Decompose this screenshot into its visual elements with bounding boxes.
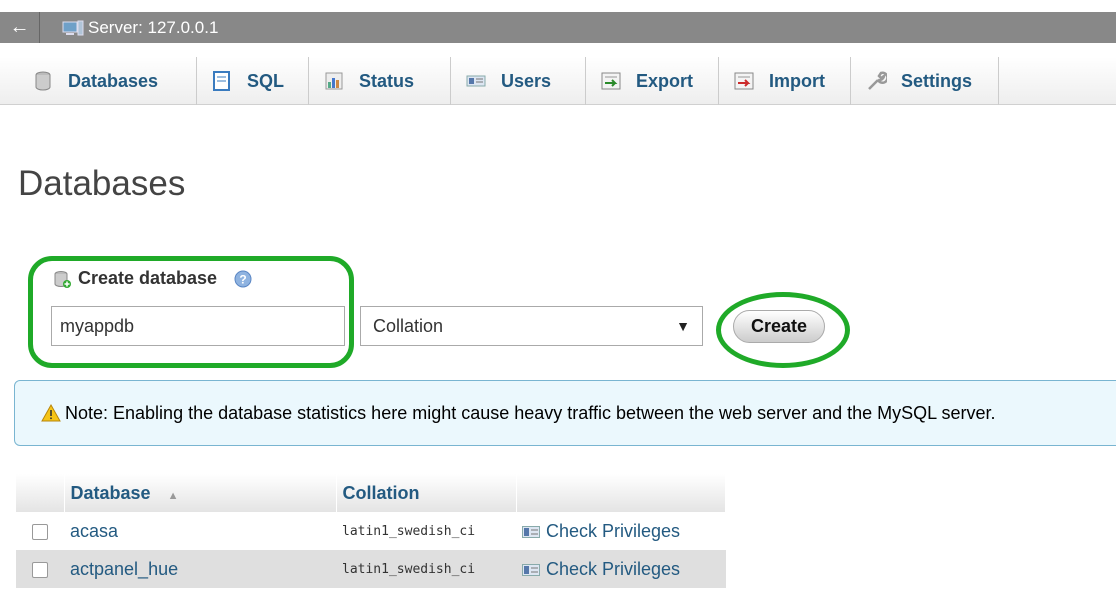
status-chart-icon	[325, 72, 343, 90]
tab-settings[interactable]: Settings	[851, 57, 999, 105]
warning-icon	[41, 404, 61, 422]
help-icon[interactable]: ?	[233, 269, 253, 289]
server-icon	[62, 20, 84, 35]
check-privileges-label: Check Privileges	[546, 558, 681, 579]
tab-import[interactable]: Import	[719, 57, 851, 105]
import-icon	[734, 72, 754, 90]
collation-selected-value: Collation	[373, 315, 444, 336]
tab-export[interactable]: Export	[586, 57, 719, 105]
tab-status[interactable]: Status	[309, 57, 451, 105]
header-checkbox-column	[16, 474, 65, 512]
database-icon	[35, 71, 51, 91]
page-title: Databases	[18, 164, 186, 203]
statistics-notice: Note: Enabling the database statistics h…	[14, 380, 1116, 446]
create-database-title: Create database	[78, 268, 218, 288]
tab-databases[interactable]: Databases	[0, 57, 197, 105]
database-collation: latin1_swedish_ci	[336, 550, 516, 588]
tab-label-export: Export	[636, 70, 694, 91]
tab-label-databases: Databases	[68, 70, 159, 91]
export-icon	[601, 72, 621, 90]
users-icon	[522, 563, 540, 576]
database-name-link[interactable]: acasa	[64, 512, 336, 550]
row-checkbox[interactable]	[32, 523, 48, 540]
main-tabs: Databases SQL Status Users Export Import…	[0, 57, 1116, 105]
database-collation: latin1_swedish_ci	[336, 512, 516, 550]
check-privileges-link[interactable]: Check Privileges	[516, 550, 726, 588]
header-actions	[516, 474, 726, 512]
tab-label-sql: SQL	[247, 70, 285, 91]
dropdown-caret-icon: ▼	[676, 318, 690, 334]
collation-select[interactable]: Collation ▼	[360, 306, 703, 346]
tab-label-settings: Settings	[901, 70, 973, 91]
header-collation[interactable]: Collation	[336, 474, 517, 512]
server-breadcrumb[interactable]: Server: 127.0.0.1	[62, 18, 218, 38]
table-row: acasa latin1_swedish_ci Check Privileges	[16, 512, 726, 550]
sql-icon	[213, 71, 230, 91]
back-arrow-icon[interactable]: ←	[0, 12, 40, 43]
tab-sql[interactable]: SQL	[197, 57, 309, 105]
server-breadcrumb-bar: ← Server: 127.0.0.1	[0, 12, 1116, 43]
check-privileges-label: Check Privileges	[546, 520, 681, 541]
row-checkbox[interactable]	[32, 561, 48, 578]
svg-text:?: ?	[239, 272, 246, 286]
new-database-icon	[54, 270, 71, 288]
sort-ascending-icon[interactable]: ▲	[168, 490, 179, 502]
users-icon	[466, 75, 486, 87]
users-icon	[522, 525, 540, 538]
tab-label-import: Import	[769, 70, 825, 91]
server-label: Server: 127.0.0.1	[88, 17, 219, 37]
databases-table: Database ▲ Collation acasa latin1_swedis…	[16, 474, 726, 588]
table-row: actpanel_hue latin1_swedish_ci Check Pri…	[16, 550, 726, 588]
table-header-row: Database ▲ Collation	[16, 474, 726, 512]
database-name-input[interactable]	[51, 306, 345, 346]
header-database-label: Database	[70, 482, 151, 503]
database-name-link[interactable]: actpanel_hue	[64, 550, 336, 588]
tab-label-status: Status	[359, 70, 415, 91]
tab-label-users: Users	[501, 70, 552, 91]
header-collation-label: Collation	[342, 482, 420, 503]
header-database[interactable]: Database ▲	[64, 474, 337, 512]
notice-text: Note: Enabling the database statistics h…	[65, 402, 996, 423]
create-button[interactable]: Create	[733, 310, 825, 343]
check-privileges-link[interactable]: Check Privileges	[516, 512, 726, 550]
wrench-icon	[868, 71, 887, 90]
create-database-label: Create database ?	[52, 268, 253, 289]
tab-users[interactable]: Users	[451, 57, 586, 105]
